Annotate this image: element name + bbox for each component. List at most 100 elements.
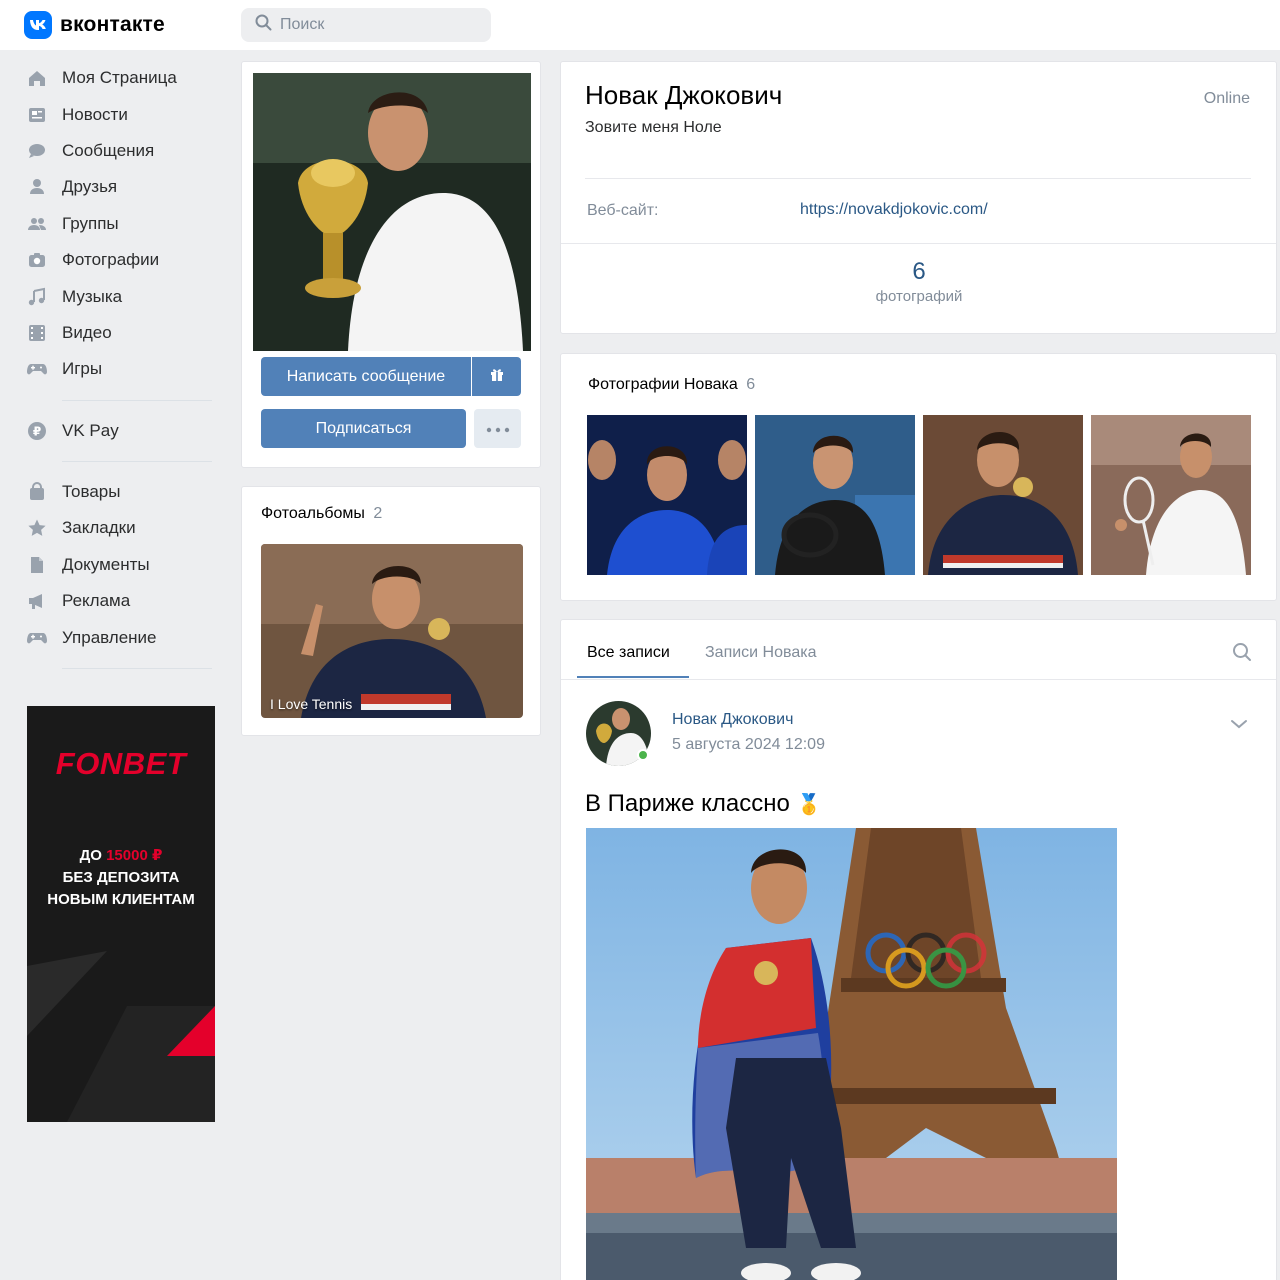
tab-all-posts-label: Все записи [587, 644, 670, 661]
more-actions-button[interactable] [474, 409, 521, 448]
sidebar-item-label: Закладки [62, 518, 136, 538]
sidebar-item-news[interactable]: Новости [22, 96, 217, 132]
sidebar-item-documents[interactable]: Документы [22, 547, 217, 583]
ad-line-1: ДО 15000 ₽ [27, 845, 215, 867]
sidebar-item-label: Моя Страница [62, 68, 177, 88]
ad-bonus-amount: 15000 ₽ [106, 847, 163, 864]
friends-icon [26, 176, 48, 198]
tab-all-posts[interactable]: Все записи [587, 644, 670, 662]
photos-count: 6 [746, 376, 756, 393]
post-date[interactable]: 5 августа 2024 12:09 [672, 736, 825, 754]
gold-medal-icon: 🥇 [796, 794, 822, 816]
photo-thumb-illustration [923, 415, 1083, 575]
vk-logo[interactable]: вконтакте [24, 11, 165, 39]
messages-icon [26, 140, 48, 162]
more-dots-icon [486, 420, 510, 438]
tab-novak-posts[interactable]: Записи Новака [705, 644, 816, 662]
photo-thumb-3[interactable] [923, 415, 1083, 575]
website-label: Веб-сайт: [587, 202, 659, 219]
sidebar-item-groups[interactable]: Группы [22, 206, 217, 242]
svg-text:₽: ₽ [33, 424, 41, 438]
vk-logo-icon [24, 11, 52, 39]
search-icon [1232, 643, 1252, 666]
gamepad-icon [26, 627, 48, 649]
ad-line-2: БЕЗ ДЕПОЗИТА [62, 869, 180, 886]
star-icon [26, 517, 48, 539]
sidebar-item-my-page[interactable]: Моя Страница [22, 60, 217, 96]
sidebar-item-goods[interactable]: Товары [22, 474, 217, 510]
sidebar-item-music[interactable]: Музыка [22, 278, 217, 314]
sidebar-item-label: Видео [62, 322, 112, 342]
post-text: В Париже классно 🥇 [585, 790, 821, 818]
profile-status[interactable]: Зовите меня Ноле [585, 119, 722, 137]
wall-card: Все записи Записи Новака Новак Джокович … [560, 619, 1277, 1280]
ad-text: ДО 15000 ₽ БЕЗ ДЕПОЗИТА НОВЫМ КЛИЕНТАМ [27, 845, 215, 911]
post-author-name[interactable]: Новак Джокович [672, 711, 793, 729]
gamepad-icon [26, 358, 48, 380]
info-divider [585, 178, 1251, 179]
search-input[interactable] [280, 16, 480, 34]
photos-header[interactable]: Фотографии Новака 6 [588, 376, 755, 394]
profile-photo-card: Написать сообщение Подписаться [241, 61, 541, 468]
wall-search-button[interactable] [1232, 642, 1252, 667]
sidebar-item-label: Группы [62, 213, 119, 233]
sidebar-item-friends[interactable]: Друзья [22, 169, 217, 205]
write-message-label: Написать сообщение [286, 367, 446, 385]
sidebar-item-label: Новости [62, 104, 128, 124]
online-status: Online [1203, 90, 1250, 107]
photos-title: Фотографии Новака [588, 376, 738, 393]
photos-counter[interactable]: 6 фотографий [819, 258, 1019, 305]
photos-counter-label: фотографий [875, 288, 963, 305]
albums-header[interactable]: Фотоальбомы 2 [261, 505, 382, 523]
post-photo-illustration [586, 828, 1117, 1280]
chevron-down-icon [1230, 716, 1248, 733]
sidebar-item-label: Товары [62, 482, 121, 502]
albums-count: 2 [373, 505, 383, 522]
sidebar-item-games[interactable]: Игры [22, 351, 217, 387]
sidebar-divider [62, 399, 212, 401]
sidebar-item-vk-pay[interactable]: ₽ VK Pay [22, 413, 217, 449]
write-message-button[interactable]: Написать сообщение [261, 357, 471, 396]
ad-line-3: НОВЫМ КЛИЕНТАМ [47, 891, 195, 908]
profile-avatar-photo[interactable] [253, 73, 531, 351]
gift-button[interactable] [472, 357, 521, 396]
photo-thumb-2[interactable] [755, 415, 915, 575]
fonbet-logo: FONBET [55, 746, 187, 781]
ad-line-1-prefix: ДО [79, 847, 107, 864]
search-icon [255, 14, 272, 36]
profile-info-card: Новак Джокович Зовите меня Ноле Online В… [560, 61, 1277, 334]
news-icon [26, 104, 48, 126]
photo-thumb-illustration [755, 415, 915, 575]
fonbet-ad-banner[interactable]: FONBET ДО 15000 ₽ БЕЗ ДЕПОЗИТА НОВЫМ КЛИ… [27, 706, 215, 1122]
tab-novak-posts-label: Записи Новака [705, 644, 817, 661]
post-menu-button[interactable] [1230, 716, 1248, 734]
bag-icon [26, 481, 48, 503]
sidebar-item-label: Друзья [62, 177, 118, 197]
home-icon [26, 67, 48, 89]
sidebar-item-video[interactable]: Видео [22, 315, 217, 351]
sidebar-item-management[interactable]: Управление [22, 619, 217, 655]
sidebar-item-label: Игры [62, 359, 103, 379]
subscribe-label: Подписаться [315, 419, 412, 437]
sidebar-divider [62, 460, 212, 462]
website-link[interactable]: https://novakdjokovic.com/ [800, 201, 988, 219]
photo-thumb-4[interactable] [1091, 415, 1251, 575]
album-cover-illustration [261, 544, 523, 718]
document-icon [26, 554, 48, 576]
sidebar-item-photos[interactable]: Фотографии [22, 242, 217, 278]
photo-thumb-1[interactable] [587, 415, 747, 575]
album-cover[interactable]: I Love Tennis [261, 544, 523, 718]
sidebar-item-ads[interactable]: Реклама [22, 583, 217, 619]
subscribe-button[interactable]: Подписаться [261, 409, 466, 448]
post-photo[interactable] [586, 828, 1117, 1280]
sidebar-item-label: Музыка [62, 286, 123, 306]
sidebar-item-bookmarks[interactable]: Закладки [22, 510, 217, 546]
search-box[interactable] [241, 8, 491, 42]
top-header: вконтакте [0, 0, 1280, 50]
megaphone-icon [26, 590, 48, 612]
tabs-divider [561, 679, 1276, 680]
sidebar-item-messages[interactable]: Сообщения [22, 133, 217, 169]
sidebar-item-label: VK Pay [62, 420, 119, 440]
photos-counter-value: 6 [912, 258, 926, 285]
tab-active-underline [577, 676, 689, 678]
